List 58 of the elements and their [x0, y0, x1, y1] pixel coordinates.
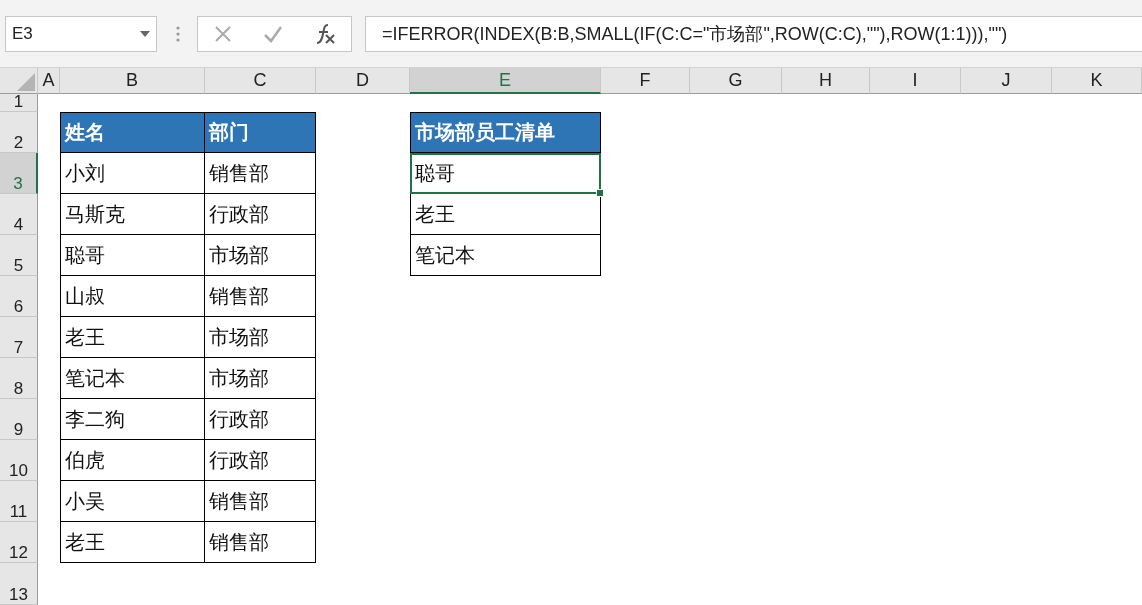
- row-header[interactable]: 2: [0, 112, 38, 153]
- row-header[interactable]: 6: [0, 276, 38, 317]
- column-header[interactable]: K: [1052, 68, 1142, 94]
- table-cell: 笔记本: [60, 358, 205, 399]
- cancel-icon[interactable]: [213, 24, 232, 43]
- formula-field[interactable]: =IFERROR(INDEX(B:B,SMALL(IF(C:C="市场部",ROW(C:C),""),ROW(1:1))),""): [365, 15, 1142, 52]
- row-header[interactable]: 11: [0, 481, 38, 522]
- row-header[interactable]: 8: [0, 358, 38, 399]
- column-header[interactable]: G: [690, 68, 782, 94]
- table-cell: 销售部: [205, 522, 316, 563]
- table-header-cell: 市场部员工清单: [410, 112, 601, 153]
- table-cell: 老王: [60, 522, 205, 563]
- table-cell: 销售部: [205, 276, 316, 317]
- row-header[interactable]: 13: [0, 563, 38, 605]
- table-cell: 行政部: [205, 440, 316, 481]
- row-header[interactable]: 12: [0, 522, 38, 563]
- table-header-cell: 部门: [205, 112, 316, 153]
- table-cell: 市场部: [205, 317, 316, 358]
- table-cell: 山叔: [60, 276, 205, 317]
- table-cell: 老王: [60, 317, 205, 358]
- column-header[interactable]: J: [961, 68, 1052, 94]
- enter-check-icon[interactable]: [262, 24, 283, 43]
- table-cell: 市场部: [205, 358, 316, 399]
- column-header[interactable]: A: [38, 68, 60, 94]
- table-cell: 行政部: [205, 194, 316, 235]
- table-cell: 伯虎: [60, 440, 205, 481]
- column-header[interactable]: C: [205, 68, 316, 94]
- row-header[interactable]: 10: [0, 440, 38, 481]
- row-header[interactable]: 5: [0, 235, 38, 276]
- fill-handle[interactable]: [596, 189, 604, 197]
- table-cell: 小刘: [60, 153, 205, 194]
- table-cell: 李二狗: [60, 399, 205, 440]
- selected-cell[interactable]: 聪哥: [410, 153, 601, 194]
- column-header[interactable]: I: [870, 68, 961, 94]
- grip-icon: [176, 24, 180, 43]
- row-header[interactable]: 3: [0, 153, 38, 194]
- name-box[interactable]: E3: [5, 15, 157, 52]
- select-all-icon[interactable]: [17, 73, 35, 91]
- dropdown-caret-icon: [140, 30, 150, 37]
- column-header[interactable]: H: [782, 68, 870, 94]
- table-cell: 行政部: [205, 399, 316, 440]
- row-header[interactable]: 4: [0, 194, 38, 235]
- table-cell[interactable]: 笔记本: [410, 235, 601, 276]
- column-header[interactable]: B: [60, 68, 205, 94]
- table-cell: 销售部: [205, 481, 316, 522]
- column-header[interactable]: E: [410, 68, 601, 94]
- table-cell: 市场部: [205, 235, 316, 276]
- table-header-cell: 姓名: [60, 112, 205, 153]
- row-header[interactable]: 7: [0, 317, 38, 358]
- table-cell[interactable]: 老王: [410, 194, 601, 235]
- table-cell: 销售部: [205, 153, 316, 194]
- column-header[interactable]: D: [316, 68, 410, 94]
- table-cell: 马斯克: [60, 194, 205, 235]
- column-header[interactable]: F: [601, 68, 690, 94]
- table-cell: 小吴: [60, 481, 205, 522]
- row-header[interactable]: 9: [0, 399, 38, 440]
- row-header[interactable]: 1: [0, 94, 38, 112]
- table-cell: 聪哥: [60, 235, 205, 276]
